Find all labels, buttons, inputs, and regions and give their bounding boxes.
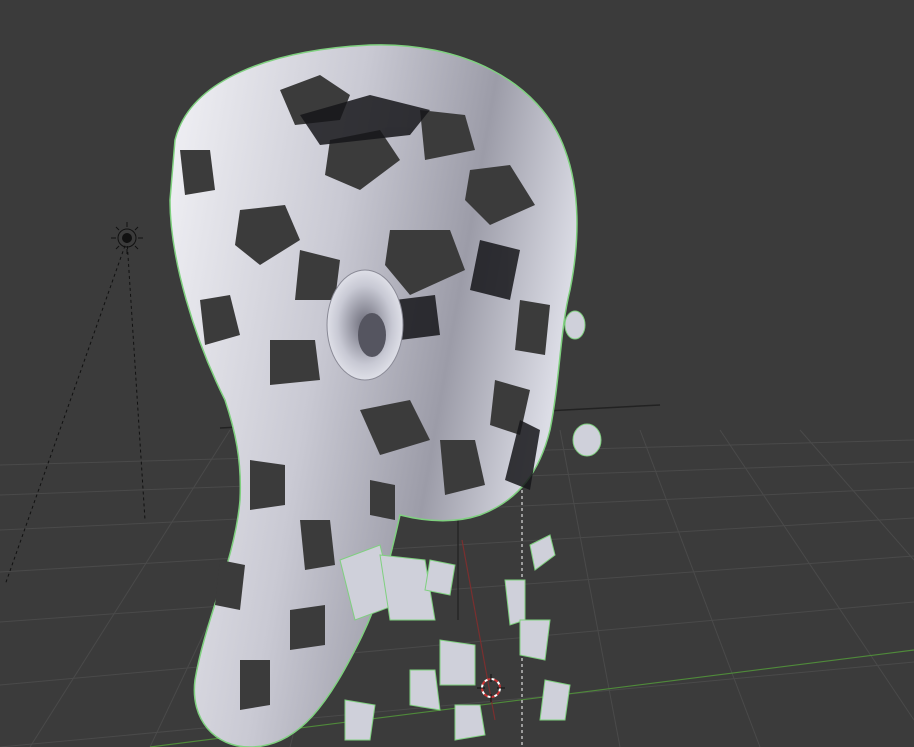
lamp-icon[interactable] [4, 222, 146, 586]
x-axis-red-line [461, 539, 496, 721]
3d-cursor-icon[interactable] [477, 674, 505, 702]
head-mesh[interactable] [169, 44, 578, 747]
3d-viewport[interactable] [0, 0, 914, 747]
ear-shape [326, 269, 404, 381]
